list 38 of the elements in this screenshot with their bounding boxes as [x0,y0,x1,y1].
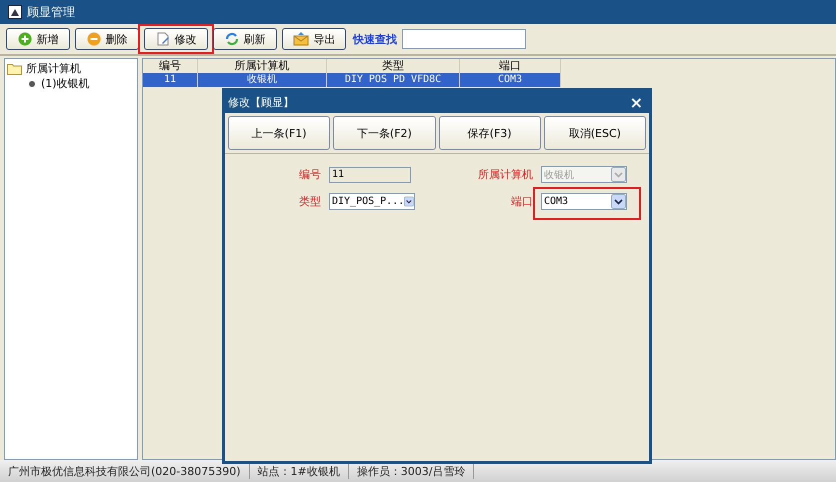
toolbar-button[interactable]: 修改 [144,28,208,50]
envelope-icon [292,32,308,46]
window-title: 顾显管理 [27,4,75,20]
toolbar-button[interactable]: 删除 [75,28,139,50]
document-pencil-icon [156,32,170,46]
dialog-button[interactable]: 上一条(F1) [228,116,330,150]
tree-item[interactable]: 所属计算机 [26,61,81,76]
table-cell: COM3 [460,73,561,87]
status-text: 站点：1#收银机 [250,464,349,478]
search-field[interactable] [402,29,526,49]
tree-item[interactable]: (1)收银机 [41,76,90,91]
search-label: 快速查找 [353,32,397,46]
toolbar-button[interactable]: 新增 [6,28,70,50]
toolbar-button[interactable]: 导出 [282,28,346,50]
table-cell: DIY POS PD VFD8C [327,73,460,87]
dropdown[interactable]: COM3 [541,193,627,210]
number-field[interactable]: 11 [329,166,411,182]
table-row[interactable]: 11 收银机 DIY POS PD VFD8C COM3 [143,73,835,87]
close-button[interactable]: × [630,92,643,112]
status-text: 操作员：3003/吕雪玲 [348,464,474,478]
dropdown[interactable]: DIY_POS_P... [329,193,415,210]
field-label: 所属计算机 [477,167,533,182]
bullet-icon [29,80,35,86]
minus-icon [86,32,100,46]
table-cell: 收银机 [198,73,327,87]
app-icon [8,5,22,19]
status-text: 广州市极优信息科技有限公司(020-38075390) [0,464,250,478]
dialog-title: 修改【顾显】 [228,94,294,110]
table-cell: 11 [143,73,198,87]
dialog-button[interactable]: 下一条(F2) [333,116,436,150]
field-label: 端口 [510,194,533,209]
refresh-icon [224,32,238,46]
dialog-button[interactable]: 取消(ESC) [544,116,646,150]
dialog-button[interactable]: 保存(F3) [438,116,541,150]
plus-icon [18,32,32,46]
field-label: 编号 [298,167,321,182]
field-label: 类型 [298,194,321,209]
toolbar-button[interactable]: 刷新 [213,28,277,50]
